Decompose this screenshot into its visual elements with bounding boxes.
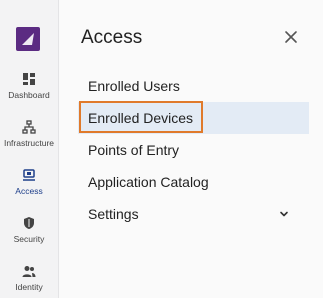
chevron-down-icon[interactable] — [279, 209, 289, 219]
menu-item-label: Application Catalog — [88, 174, 209, 190]
menu-item-label: Points of Entry — [88, 142, 180, 158]
brand-logo[interactable] — [16, 27, 40, 51]
close-icon[interactable] — [283, 29, 299, 45]
menu-item-enrolled-devices[interactable]: Enrolled Devices — [78, 101, 309, 134]
menu-item-label: Enrolled Devices — [88, 110, 194, 126]
infrastructure-icon — [22, 120, 36, 134]
dashboard-icon — [23, 73, 35, 85]
menu-item-settings[interactable]: Settings — [78, 198, 309, 230]
menu-item-application-catalog[interactable]: Application Catalog — [78, 166, 309, 198]
rail-item-label: Access — [15, 186, 43, 196]
access-panel: Access Enrolled Users Enrolled Devices P… — [59, 0, 323, 298]
rail-item-label: Security — [13, 234, 45, 244]
rail-item-label: Dashboard — [8, 90, 50, 100]
rail-item-access[interactable]: Access — [0, 168, 58, 196]
menu-item-label: Settings — [88, 206, 139, 222]
menu-item-label: Enrolled Users — [88, 78, 180, 94]
rail-item-label: Infrastructure — [3, 138, 55, 148]
menu-item-enrolled-users[interactable]: Enrolled Users — [78, 70, 309, 102]
rail-item-dashboard[interactable]: Dashboard — [0, 72, 58, 100]
access-icon — [23, 169, 35, 181]
rail-item-label: Identity — [15, 282, 43, 292]
logo-mark-icon — [22, 33, 34, 45]
rail-item-security[interactable]: Security — [0, 216, 58, 244]
rail-item-identity[interactable]: Identity — [0, 264, 58, 292]
rail-item-infrastructure[interactable]: Infrastructure — [0, 120, 58, 148]
security-icon — [24, 217, 34, 229]
identity-icon — [22, 266, 36, 277]
panel-title: Access — [81, 27, 143, 48]
side-rail: Dashboard Infrastructure Access Security — [0, 0, 59, 298]
menu-item-points-of-entry[interactable]: Points of Entry — [78, 134, 309, 166]
